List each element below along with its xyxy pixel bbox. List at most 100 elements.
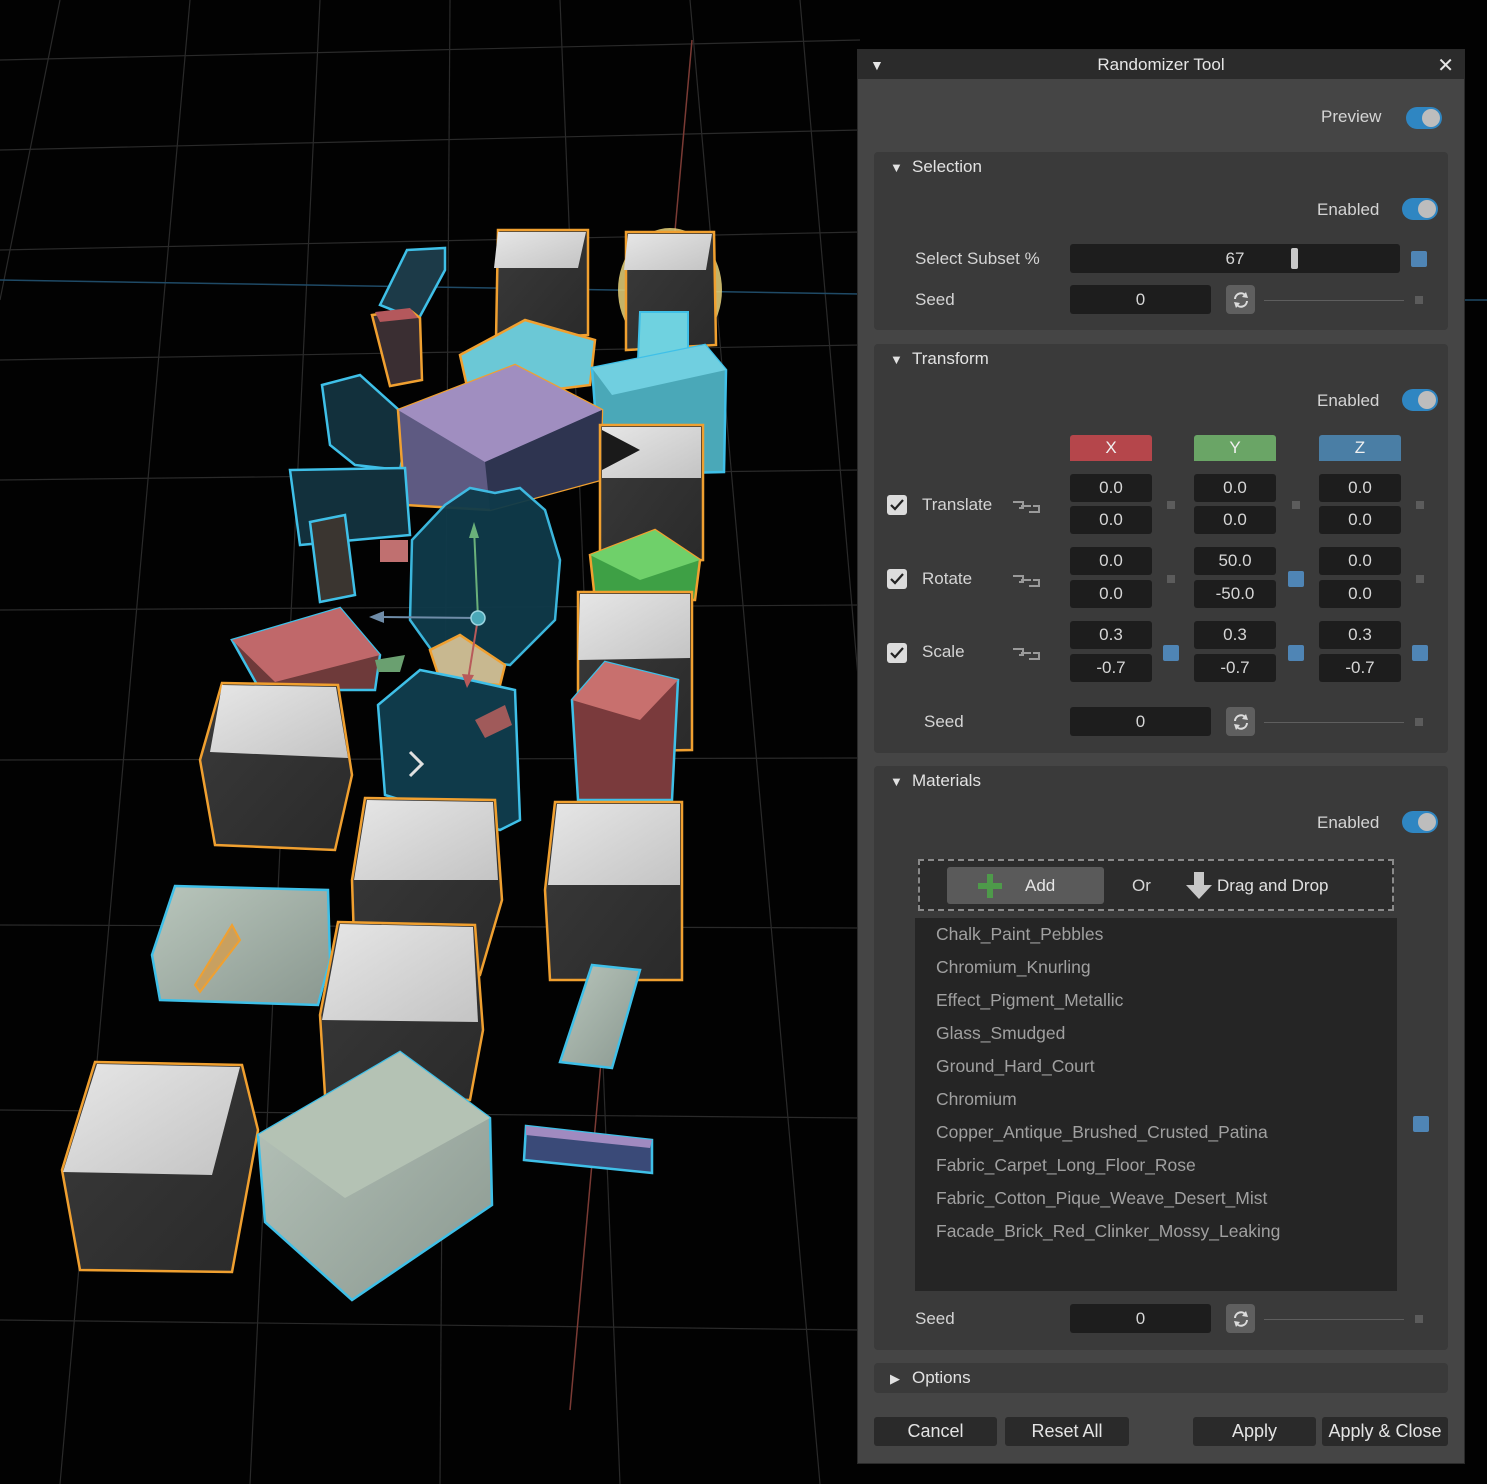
translate-x-max[interactable]: 0.0 [1070, 506, 1152, 534]
close-icon[interactable]: ✕ [1437, 53, 1454, 78]
link-icon[interactable] [1011, 646, 1041, 662]
materials-enabled-toggle[interactable] [1402, 811, 1438, 833]
transform-seed-field[interactable]: 0 [1070, 707, 1211, 736]
scale-x-max[interactable]: -0.7 [1070, 654, 1152, 682]
keyframe-marker[interactable] [1413, 1116, 1429, 1132]
keyframe-dot[interactable] [1416, 575, 1424, 583]
apply-button[interactable]: Apply [1193, 1417, 1316, 1446]
refresh-seed-icon[interactable] [1226, 1304, 1255, 1333]
cancel-button[interactable]: Cancel [874, 1417, 997, 1446]
translate-checkbox[interactable] [887, 495, 907, 515]
translate-z-min[interactable]: 0.0 [1319, 474, 1401, 502]
keyframe-marker[interactable] [1412, 645, 1428, 661]
materials-seed-field[interactable]: 0 [1070, 1304, 1211, 1333]
drop-zone[interactable]: Add Or Drag and Drop [918, 859, 1394, 911]
collapse-triangle-icon: ▼ [890, 160, 903, 175]
list-item[interactable]: Chromium [936, 1089, 1017, 1110]
translate-x-min[interactable]: 0.0 [1070, 474, 1152, 502]
link-icon[interactable] [1011, 499, 1041, 515]
seed-slider-track[interactable] [1264, 300, 1404, 301]
scale-checkbox[interactable] [887, 643, 907, 663]
plus-icon [978, 874, 1002, 898]
rotate-y-min[interactable]: 50.0 [1194, 547, 1276, 575]
options-header[interactable]: ▶ Options [890, 1368, 971, 1388]
keyframe-dot[interactable] [1167, 575, 1175, 583]
keyframe-dot[interactable] [1292, 501, 1300, 509]
seed-slider-track[interactable] [1264, 722, 1404, 723]
subset-label: Select Subset % [915, 249, 1040, 268]
rotate-x-min[interactable]: 0.0 [1070, 547, 1152, 575]
options-section[interactable]: ▶ Options [874, 1363, 1448, 1393]
list-item[interactable]: Chromium_Knurling [936, 957, 1091, 978]
collapse-triangle-icon: ▼ [890, 352, 903, 367]
arrow-down-icon [1186, 872, 1212, 899]
rotate-x-max[interactable]: 0.0 [1070, 580, 1152, 608]
randomizer-panel: ▼ Randomizer Tool ✕ Preview ▼ Selection E… [858, 50, 1464, 1463]
title-bar: ▼ Randomizer Tool ✕ [858, 50, 1464, 79]
transform-header[interactable]: ▼ Transform [890, 349, 989, 369]
materials-list[interactable]: Chalk_Paint_Pebbles Chromium_Knurling Ef… [915, 918, 1397, 1291]
list-item[interactable]: Facade_Brick_Red_Clinker_Mossy_Leaking [936, 1221, 1280, 1242]
refresh-seed-icon[interactable] [1226, 707, 1255, 736]
transform-section: ▼ Transform Enabled X Y Z Translate 0.0 0… [874, 344, 1448, 753]
keyframe-dot[interactable] [1415, 296, 1423, 304]
keyframe-dot[interactable] [1167, 501, 1175, 509]
rotate-checkbox[interactable] [887, 569, 907, 589]
list-item[interactable]: Copper_Antique_Brushed_Crusted_Patina [936, 1122, 1268, 1143]
list-item[interactable]: Chalk_Paint_Pebbles [936, 924, 1103, 945]
translate-y-max[interactable]: 0.0 [1194, 506, 1276, 534]
subset-slider[interactable]: 67 [1070, 244, 1400, 273]
selection-header[interactable]: ▼ Selection [890, 157, 982, 177]
expand-triangle-icon: ▶ [890, 1371, 900, 1386]
selection-enabled-toggle[interactable] [1402, 198, 1438, 220]
refresh-seed-icon[interactable] [1226, 285, 1255, 314]
keyframe-dot[interactable] [1415, 1315, 1423, 1323]
axis-z-header: Z [1319, 435, 1401, 461]
selection-section: ▼ Selection Enabled Select Subset % 67 Se… [874, 152, 1448, 330]
keyframe-dot[interactable] [1415, 718, 1423, 726]
materials-header[interactable]: ▼ Materials [890, 771, 981, 791]
materials-seed-label: Seed [915, 1309, 955, 1328]
scale-x-min[interactable]: 0.3 [1070, 621, 1152, 649]
selection-seed-label: Seed [915, 290, 955, 309]
transform-seed-label: Seed [924, 712, 964, 731]
scale-y-min[interactable]: 0.3 [1194, 621, 1276, 649]
add-button[interactable]: Add [947, 867, 1104, 904]
list-item[interactable]: Ground_Hard_Court [936, 1056, 1095, 1077]
translate-y-min[interactable]: 0.0 [1194, 474, 1276, 502]
rotate-z-min[interactable]: 0.0 [1319, 547, 1401, 575]
keyframe-marker[interactable] [1288, 571, 1304, 587]
scale-z-min[interactable]: 0.3 [1319, 621, 1401, 649]
scale-label: Scale [922, 642, 965, 661]
scale-y-max[interactable]: -0.7 [1194, 654, 1276, 682]
list-item[interactable]: Fabric_Carpet_Long_Floor_Rose [936, 1155, 1196, 1176]
keyframe-marker[interactable] [1411, 251, 1427, 267]
rotate-z-max[interactable]: 0.0 [1319, 580, 1401, 608]
or-label: Or [1132, 876, 1151, 895]
add-label: Add [1025, 876, 1056, 895]
keyframe-marker[interactable] [1288, 645, 1304, 661]
rotate-label: Rotate [922, 569, 973, 588]
apply-close-button[interactable]: Apply & Close [1322, 1417, 1448, 1446]
keyframe-marker[interactable] [1163, 645, 1179, 661]
scale-z-max[interactable]: -0.7 [1319, 654, 1401, 682]
rotate-y-max[interactable]: -50.0 [1194, 580, 1276, 608]
selection-seed-field[interactable]: 0 [1070, 285, 1211, 314]
slider-handle[interactable] [1291, 248, 1299, 269]
transform-enabled-label: Enabled [1317, 391, 1380, 410]
translate-z-max[interactable]: 0.0 [1319, 506, 1401, 534]
list-item[interactable]: Fabric_Cotton_Pique_Weave_Desert_Mist [936, 1188, 1267, 1209]
seed-slider-track[interactable] [1264, 1319, 1404, 1320]
keyframe-dot[interactable] [1416, 501, 1424, 509]
reset-all-button[interactable]: Reset All [1005, 1417, 1129, 1446]
list-item[interactable]: Glass_Smudged [936, 1023, 1065, 1044]
transform-enabled-toggle[interactable] [1402, 389, 1438, 411]
list-item[interactable]: Effect_Pigment_Metallic [936, 990, 1123, 1011]
axis-x-header: X [1070, 435, 1152, 461]
translate-label: Translate [922, 495, 993, 514]
materials-enabled-label: Enabled [1317, 813, 1380, 832]
link-icon[interactable] [1011, 573, 1041, 589]
drag-drop-label: Drag and Drop [1217, 876, 1329, 895]
materials-section: ▼ Materials Enabled Add Or Drag and Drop … [874, 766, 1448, 1350]
preview-toggle[interactable] [1406, 107, 1442, 129]
